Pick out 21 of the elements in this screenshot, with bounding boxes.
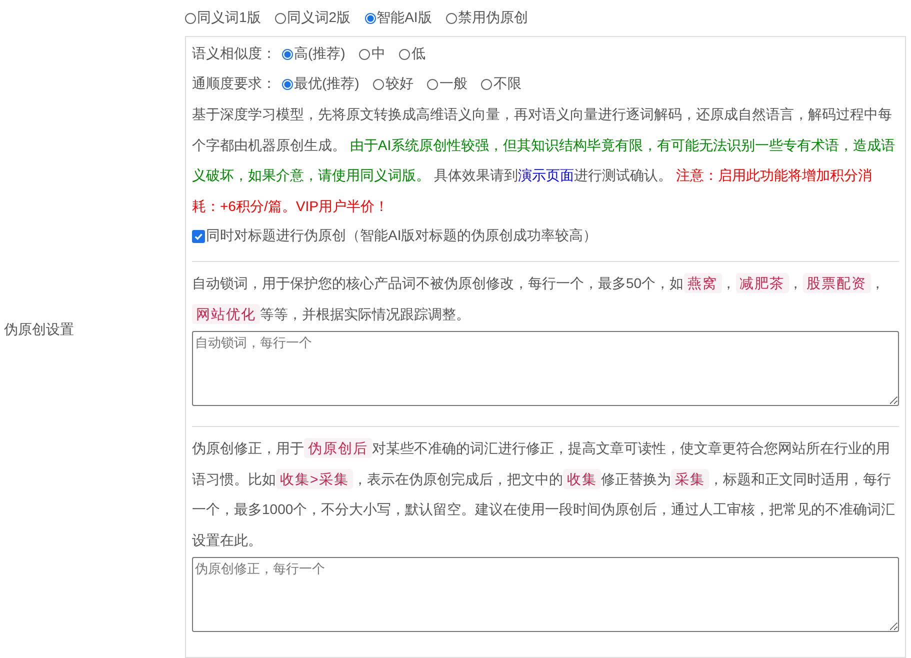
option-label: 语义相似度： — [192, 45, 276, 63]
lock-words-description: 自动锁词，用于保护您的核心产品词不被伪原创修改，每行一个，最多50个，如 燕窝 ， 减肥茶 ， 股票配资 ， 网站优化 等等，并根据实际情况跟踪调整。 — [192, 272, 886, 326]
radio-option[interactable]: 最优(推荐) — [282, 75, 360, 93]
lock-words-field[interactable]: 自动锁词，每行一个 — [192, 331, 899, 406]
ai-description: 基于深度学习模型，先将原文转换成高维语义向量，再对语义向量进行逐词解码，还原成自然语言，解码过程中每个字都由机器原创生成。 由于AI系统原创性较强，但其知识结构毕竟有限，有可能无法识别一些专有术语，造成语义破坏，如果介意，请使用同义词版。 具体效果请到演示页面进行测试确认。 注意：启用此功能将增加积分消耗：+6积分/篇。VIP用户半价！ — [192, 105, 896, 216]
corrections-description: 伪原创修正，用于 伪原创后 对某些不准确的词汇进行修正，提高文章可读性，使文章更符合您网站所在行业的用语习惯。比如 收集>采集 ，表示在伪原创完成后，把文中的 收集 修正替换为 采集 ，标题和正文同时适用，每行一个，最多1000个，不分大小写，默认留空。建议在使用一段时间伪原创后，通过人工审核，把常见的不准确词汇设置在此。 — [192, 437, 896, 550]
radio-option[interactable]: 较好 — [373, 75, 414, 93]
radio-option[interactable]: 同义词1版 — [185, 9, 261, 27]
demo-page-link[interactable]: 演示页面 — [518, 167, 574, 183]
title-checkbox[interactable]: 同时对标题进行伪原创（智能AI版对标题的伪原创成功率较高） — [192, 221, 899, 251]
radio-option[interactable]: 禁用伪原创 — [446, 9, 528, 27]
radio-option[interactable]: 低 — [399, 45, 426, 63]
section-label: 伪原创设置 — [3, 321, 74, 339]
option-label: 通顺度要求： — [192, 75, 276, 93]
radio-option[interactable]: 同义词2版 — [274, 9, 351, 27]
radio-option[interactable]: 智能AI版 — [364, 9, 432, 27]
radio-option[interactable]: 不限 — [481, 75, 522, 93]
radio-option[interactable]: 高(推荐) — [282, 45, 346, 63]
radio-option[interactable]: 中 — [359, 45, 386, 63]
radio-option[interactable]: 一般 — [427, 75, 468, 93]
corrections-field[interactable]: 伪原创修正，每行一个 — [192, 557, 899, 632]
